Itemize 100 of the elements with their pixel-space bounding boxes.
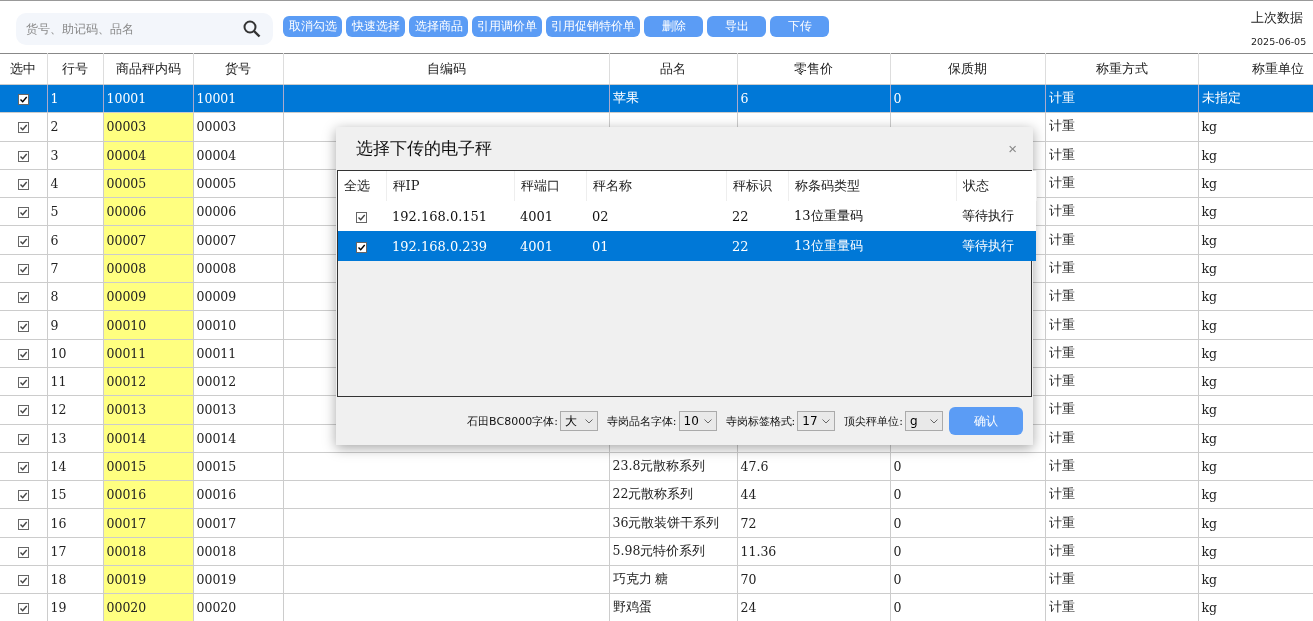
table-cell: 计重 bbox=[1048, 373, 1075, 389]
option-label: 寺岗品名字体: bbox=[606, 413, 677, 429]
checkbox[interactable] bbox=[17, 348, 29, 360]
checkbox[interactable] bbox=[17, 546, 29, 558]
dropdown[interactable]: 10 bbox=[678, 411, 717, 431]
table-cell: 00009 bbox=[106, 289, 147, 305]
checkbox[interactable] bbox=[17, 122, 29, 134]
table-cell: 计重 bbox=[1048, 146, 1075, 162]
table-cell: 22 bbox=[732, 238, 749, 254]
table-cell: 计重 bbox=[1048, 458, 1075, 473]
column-header[interactable]: 称重方式 bbox=[1045, 53, 1198, 85]
table-cell: 00015 bbox=[196, 459, 237, 474]
table-cell: 00013 bbox=[196, 402, 237, 418]
table-cell: 计重 bbox=[1048, 175, 1075, 191]
search-icon[interactable] bbox=[243, 20, 261, 38]
table-cell: 00012 bbox=[196, 374, 237, 390]
checkbox[interactable] bbox=[17, 377, 29, 389]
table-cell: 00009 bbox=[196, 289, 237, 305]
last-sync-label: 上次数据 bbox=[1251, 9, 1303, 27]
table-cell: 00007 bbox=[196, 232, 237, 248]
column-header[interactable]: 自编码 bbox=[283, 53, 609, 85]
table-cell: kg bbox=[1201, 345, 1218, 361]
table-cell: 计重 bbox=[1048, 259, 1075, 275]
dropdown[interactable]: 17 bbox=[797, 411, 836, 431]
checkbox[interactable] bbox=[17, 150, 29, 162]
table-cell: 5 bbox=[50, 204, 59, 220]
table-cell: 192.168.0.151 bbox=[392, 208, 488, 224]
table-cell: 计重 bbox=[1048, 203, 1075, 219]
table-cell: 70 bbox=[740, 572, 757, 588]
checkbox[interactable] bbox=[17, 405, 29, 417]
search-field[interactable]: 货号、助记码、品名 bbox=[16, 13, 273, 45]
table-cell: 00016 bbox=[106, 487, 147, 503]
table-cell: 等待执行 bbox=[962, 238, 1014, 253]
column-header[interactable]: 秤标识 bbox=[726, 171, 788, 201]
table-cell: 计重 bbox=[1048, 90, 1075, 106]
checkbox[interactable] bbox=[17, 575, 29, 587]
table-cell: 10 bbox=[50, 345, 67, 361]
table-cell: 22 bbox=[732, 208, 749, 224]
column-header[interactable]: 零售价 bbox=[737, 53, 890, 85]
table-cell: 12 bbox=[50, 402, 67, 418]
column-header[interactable]: 行号 bbox=[47, 53, 103, 85]
table-cell: 00014 bbox=[196, 430, 237, 446]
table-cell: 计重 bbox=[1048, 571, 1075, 587]
column-header[interactable]: 商品秤内码 bbox=[103, 53, 193, 85]
column-header[interactable]: 秤端口 bbox=[514, 171, 586, 201]
table-cell: 11.36 bbox=[740, 543, 777, 559]
table-cell: 苹果 bbox=[612, 90, 639, 106]
table-cell: 14 bbox=[50, 459, 67, 474]
checkbox[interactable] bbox=[17, 462, 29, 473]
table-cell: kg bbox=[1201, 289, 1218, 305]
column-header[interactable]: 称重单位 bbox=[1198, 53, 1313, 85]
dialog-title: 选择下传的电子秤 bbox=[356, 137, 492, 160]
column-header[interactable]: 品名 bbox=[609, 53, 737, 85]
column-header[interactable]: 秤名称 bbox=[586, 171, 726, 201]
column-header[interactable]: 保质期 bbox=[890, 53, 1045, 85]
table-cell: 00003 bbox=[106, 119, 147, 135]
checkbox[interactable] bbox=[17, 603, 29, 615]
table-cell: kg bbox=[1201, 374, 1218, 390]
table-cell: 计重 bbox=[1048, 344, 1075, 360]
column-header[interactable]: 货号 bbox=[193, 53, 283, 85]
table-cell: 00018 bbox=[196, 543, 237, 559]
table-cell: 6 bbox=[740, 91, 749, 107]
checkbox[interactable] bbox=[17, 263, 29, 275]
table-cell: 0 bbox=[893, 543, 902, 559]
checkbox[interactable] bbox=[17, 94, 29, 106]
table-cell: 计重 bbox=[1048, 316, 1075, 332]
column-header[interactable]: 全选 bbox=[338, 171, 386, 201]
table-cell: 0 bbox=[893, 91, 902, 107]
checkbox[interactable] bbox=[17, 433, 29, 445]
column-header[interactable]: 状态 bbox=[956, 171, 1036, 201]
column-header[interactable]: 称条码类型 bbox=[788, 171, 956, 201]
checkbox[interactable] bbox=[17, 207, 29, 219]
checkbox[interactable] bbox=[17, 490, 29, 502]
checkbox[interactable] bbox=[356, 211, 367, 223]
table-cell: 11 bbox=[50, 374, 67, 390]
table-cell: 5.98元特价系列 bbox=[612, 542, 706, 558]
checkbox[interactable] bbox=[356, 241, 367, 253]
dropdown[interactable]: g bbox=[905, 411, 943, 431]
table-cell: 4 bbox=[50, 176, 59, 192]
caret-icon bbox=[822, 418, 831, 424]
table-cell: kg bbox=[1201, 515, 1218, 531]
column-header[interactable]: 选中 bbox=[0, 53, 47, 85]
checkbox[interactable] bbox=[17, 292, 29, 304]
dropdown[interactable]: 大 bbox=[559, 411, 598, 431]
table-cell: kg bbox=[1201, 402, 1218, 418]
table-cell: 计重 bbox=[1048, 599, 1075, 615]
table-cell: 00008 bbox=[106, 260, 147, 276]
table-cell: 8 bbox=[50, 289, 59, 305]
table-cell: 计重 bbox=[1048, 231, 1075, 247]
column-header[interactable]: 秤IP bbox=[386, 171, 514, 201]
table-cell: kg bbox=[1201, 232, 1218, 248]
checkbox[interactable] bbox=[17, 179, 29, 191]
table-cell: 72 bbox=[740, 515, 757, 531]
checkbox[interactable] bbox=[17, 320, 29, 332]
checkbox[interactable] bbox=[17, 518, 29, 530]
table-cell: 00020 bbox=[106, 600, 147, 616]
table-cell: 计重 bbox=[1048, 486, 1075, 502]
table-cell: 00007 bbox=[106, 232, 147, 248]
table-cell: 等待执行 bbox=[962, 208, 1014, 223]
checkbox[interactable] bbox=[17, 235, 29, 247]
